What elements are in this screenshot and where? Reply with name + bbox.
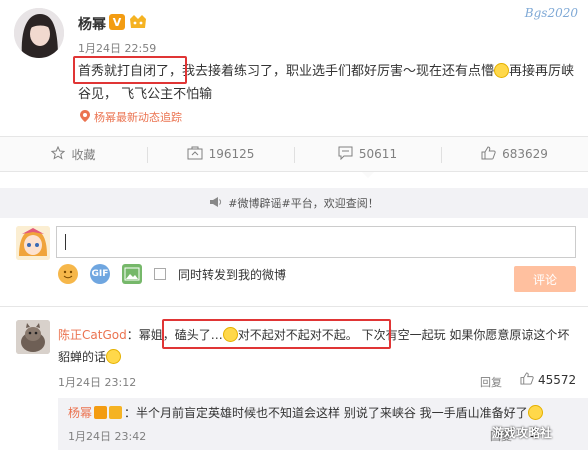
post-source[interactable]: 杨幂最新动态追踪 bbox=[80, 109, 182, 125]
like-button[interactable]: 683629 bbox=[441, 137, 588, 171]
comment-time: 1月24日 23:12 bbox=[58, 376, 137, 389]
commenter-avatar[interactable] bbox=[16, 320, 50, 354]
sub-reply-time: 1月24日 23:42 bbox=[68, 430, 147, 443]
repost-count: 196125 bbox=[208, 147, 255, 161]
comment-icon bbox=[338, 146, 353, 163]
thumbs-up-icon bbox=[520, 372, 534, 388]
emoji-picker-icon[interactable] bbox=[58, 264, 78, 284]
comment-button[interactable]: 50611 bbox=[294, 137, 441, 178]
emoji-icon bbox=[494, 63, 510, 78]
favorite-label: 收藏 bbox=[71, 147, 96, 162]
sub-reply-text: 杨幂 ：半个月前盲定英雄时候也不知道会这样 别说了来峡谷 我一手盾山准备好了 bbox=[68, 404, 580, 422]
poster-name[interactable]: 杨幂 bbox=[78, 14, 106, 34]
comment-input[interactable] bbox=[56, 226, 576, 258]
image-upload-icon[interactable] bbox=[122, 264, 142, 284]
like-count: 683629 bbox=[502, 147, 548, 161]
thumbs-up-icon bbox=[481, 145, 496, 163]
repost-checkbox-label[interactable]: 同时转发到我的微博 bbox=[178, 266, 286, 283]
comment-like-button[interactable]: 45572 bbox=[520, 372, 576, 388]
megaphone-icon bbox=[209, 196, 222, 211]
commenter-name[interactable]: 陈正CatGod bbox=[58, 328, 127, 342]
rumor-notice[interactable]: #微博辟谣#平台，欢迎查阅！ bbox=[0, 188, 588, 218]
gif-icon[interactable]: GIF bbox=[90, 264, 110, 284]
repost-icon bbox=[187, 146, 203, 163]
comment-reply-button[interactable]: 回复 bbox=[480, 374, 502, 390]
emoji-icon bbox=[527, 405, 543, 420]
rumor-notice-text: #微博辟谣#平台，欢迎查阅！ bbox=[228, 197, 379, 210]
divider bbox=[0, 306, 588, 307]
star-icon bbox=[51, 145, 66, 163]
comment-count: 50611 bbox=[358, 147, 398, 161]
watermark: Bgs2020 bbox=[524, 6, 578, 20]
post-time[interactable]: 1月24日 22:59 bbox=[78, 40, 156, 56]
composer-tools: GIF 同时转发到我的微博 bbox=[58, 264, 286, 284]
my-avatar[interactable] bbox=[16, 226, 50, 260]
highlight-box bbox=[162, 319, 391, 349]
favorite-button[interactable]: 收藏 bbox=[0, 137, 147, 171]
verified-badge-icon bbox=[94, 406, 108, 419]
member-crown-icon bbox=[109, 406, 123, 419]
emoji-icon bbox=[106, 349, 122, 364]
member-crown-icon bbox=[128, 13, 148, 30]
corner-watermark: 游戏攻略社 bbox=[492, 426, 553, 440]
comment-like-count: 45572 bbox=[538, 373, 577, 387]
highlight-box bbox=[73, 56, 187, 84]
submit-comment-button[interactable]: 评论 bbox=[514, 266, 576, 292]
post-content-part2: 我去接着练习了，职业选手们都好厉害～现在还有点懵 bbox=[182, 64, 495, 79]
post-source-label: 杨幂最新动态追踪 bbox=[94, 111, 182, 124]
verified-badge-icon: V bbox=[109, 14, 125, 30]
poster-avatar[interactable] bbox=[14, 8, 64, 58]
repost-checkbox[interactable] bbox=[154, 268, 166, 280]
sub-reply-content: ：半个月前盲定英雄时候也不知道会这样 别说了来峡谷 我一手盾山准备好了 bbox=[124, 406, 528, 420]
location-pin-icon bbox=[80, 109, 90, 125]
repost-button[interactable]: 196125 bbox=[147, 137, 294, 171]
action-bar: 收藏 196125 50611 683629 bbox=[0, 136, 588, 178]
sub-reply-user[interactable]: 杨幂 bbox=[68, 406, 92, 420]
